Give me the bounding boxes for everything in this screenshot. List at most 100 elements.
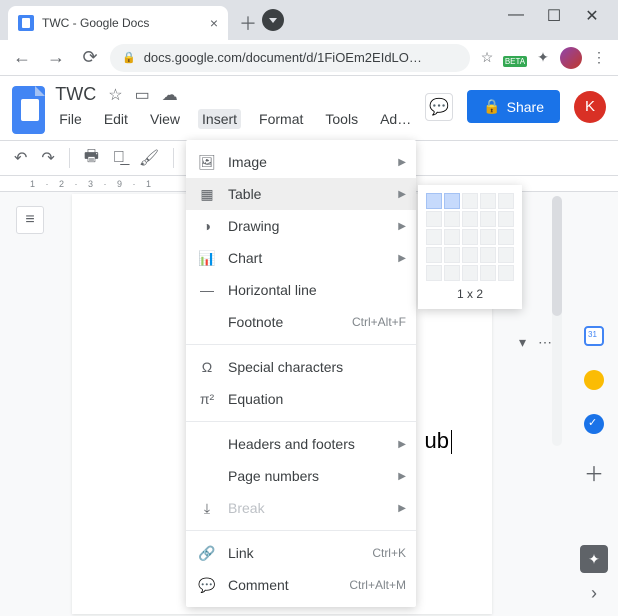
keep-addon-icon[interactable] bbox=[584, 370, 604, 390]
table-picker-cell[interactable] bbox=[462, 193, 478, 209]
insert-menu-item-equation[interactable]: π² Equation bbox=[186, 383, 416, 415]
print-button[interactable]: 🖶 bbox=[84, 145, 99, 172]
show-side-panel-button[interactable]: › bbox=[591, 583, 597, 604]
extensions-icon[interactable]: ✦ bbox=[532, 47, 554, 69]
insert-menu-item-page-numbers[interactable]: Page numbers▶ bbox=[186, 460, 416, 492]
menu-item-label: Equation bbox=[228, 391, 283, 407]
browser-tab[interactable]: TWC - Google Docs × bbox=[8, 6, 228, 40]
table-picker-cell[interactable] bbox=[426, 247, 442, 263]
vertical-scrollbar[interactable] bbox=[552, 196, 562, 446]
share-button[interactable]: 🔒 Share bbox=[467, 90, 560, 123]
reload-button[interactable]: ⟳ bbox=[76, 44, 104, 72]
menu-item-label: Drawing bbox=[228, 218, 279, 234]
beta-extension-icon[interactable]: BETA bbox=[504, 47, 526, 69]
table-picker-cell[interactable] bbox=[462, 229, 478, 245]
menu-insert[interactable]: Insert bbox=[198, 109, 241, 129]
get-addons-button[interactable]: ＋ bbox=[584, 458, 604, 487]
menu-view[interactable]: View bbox=[146, 109, 184, 129]
table-picker-cell[interactable] bbox=[498, 247, 514, 263]
table-picker-cell[interactable] bbox=[498, 265, 514, 281]
chrome-avatar[interactable] bbox=[560, 47, 582, 69]
menu-shortcut: Ctrl+Alt+M bbox=[349, 578, 406, 592]
horizontal-line-icon: — bbox=[198, 282, 216, 298]
table-picker-cell[interactable] bbox=[480, 229, 496, 245]
insert-menu-item-link[interactable]: 🔗LinkCtrl+K bbox=[186, 537, 416, 569]
menu-file[interactable]: File bbox=[55, 109, 86, 129]
calendar-addon-icon[interactable] bbox=[584, 326, 604, 346]
table-picker-cell[interactable] bbox=[462, 247, 478, 263]
table-picker-cell[interactable] bbox=[462, 265, 478, 281]
new-tab-button[interactable]: ＋ bbox=[234, 9, 262, 37]
table-picker-cell[interactable] bbox=[480, 247, 496, 263]
account-avatar[interactable]: K bbox=[574, 91, 606, 123]
tasks-addon-icon[interactable] bbox=[584, 414, 604, 434]
menu-item-label: Chart bbox=[228, 250, 262, 266]
window-controls: — ☐ ✕ bbox=[504, 6, 618, 40]
editing-mode-dropdown[interactable]: ▾ bbox=[519, 334, 526, 351]
menu-tools[interactable]: Tools bbox=[321, 109, 362, 129]
insert-menu-item-chart[interactable]: 📊Chart▶ bbox=[186, 242, 416, 274]
close-tab-icon[interactable]: × bbox=[210, 15, 218, 31]
more-tools-icon[interactable]: ⋯ bbox=[538, 334, 552, 351]
table-picker-cell[interactable] bbox=[480, 265, 496, 281]
table-picker-cell[interactable] bbox=[444, 265, 460, 281]
submenu-arrow-icon: ▶ bbox=[398, 189, 406, 200]
insert-menu-item-footnote[interactable]: FootnoteCtrl+Alt+F bbox=[186, 306, 416, 338]
star-bookmark-icon[interactable]: ☆ bbox=[476, 47, 498, 69]
document-title[interactable]: TWC bbox=[55, 84, 96, 105]
star-icon[interactable]: ☆ bbox=[108, 85, 122, 105]
maximize-button[interactable]: ☐ bbox=[542, 6, 566, 26]
docs-logo[interactable] bbox=[12, 86, 45, 134]
equation-icon: π² bbox=[198, 391, 216, 407]
insert-menu-item-table[interactable]: ▦Table▶ bbox=[186, 178, 416, 210]
back-button[interactable]: ← bbox=[8, 44, 36, 72]
table-picker-cell[interactable] bbox=[462, 211, 478, 227]
table-picker-cell[interactable] bbox=[498, 229, 514, 245]
comments-history-button[interactable]: 💬 bbox=[425, 93, 453, 121]
comment-icon: 💬 bbox=[198, 577, 216, 594]
table-picker-cell[interactable] bbox=[480, 211, 496, 227]
forward-button[interactable]: → bbox=[42, 44, 70, 72]
chrome-profile-indicator[interactable] bbox=[262, 9, 284, 31]
table-picker-cell[interactable] bbox=[444, 193, 460, 209]
table-picker-cell[interactable] bbox=[426, 229, 442, 245]
document-text[interactable]: ub bbox=[425, 428, 452, 454]
close-window-button[interactable]: ✕ bbox=[580, 6, 604, 26]
menu-ad[interactable]: Ad… bbox=[376, 109, 415, 129]
spellcheck-button[interactable]: Ａ̲ bbox=[113, 149, 125, 167]
cloud-status-icon[interactable]: ☁ bbox=[162, 85, 178, 105]
move-icon[interactable]: ▭ bbox=[135, 85, 150, 105]
submenu-arrow-icon: ▶ bbox=[398, 439, 406, 450]
table-picker-cell[interactable] bbox=[444, 229, 460, 245]
menu-shortcut: Ctrl+Alt+F bbox=[352, 315, 406, 329]
insert-menu-item-drawing[interactable]: ◑Drawing▶ bbox=[186, 210, 416, 242]
lock-icon: 🔒 bbox=[122, 51, 136, 64]
address-bar[interactable]: 🔒 docs.google.com/document/d/1FiOEm2EIdL… bbox=[110, 44, 470, 72]
insert-menu-item-special-characters[interactable]: ΩSpecial characters bbox=[186, 351, 416, 383]
table-picker-cell[interactable] bbox=[480, 193, 496, 209]
insert-menu-item-image[interactable]: 🖼Image▶ bbox=[186, 146, 416, 178]
table-picker-cell[interactable] bbox=[444, 247, 460, 263]
table-picker-cell[interactable] bbox=[444, 211, 460, 227]
menu-format[interactable]: Format bbox=[255, 109, 307, 129]
insert-menu-item-horizontal-line[interactable]: — Horizontal line bbox=[186, 274, 416, 306]
insert-menu-item-headers-and-footers[interactable]: Headers and footers▶ bbox=[186, 428, 416, 460]
paint-format-button[interactable]: 🖌 bbox=[139, 148, 159, 168]
url-text: docs.google.com/document/d/1FiOEm2EIdLO… bbox=[144, 50, 422, 65]
chrome-menu-icon[interactable]: ⋮ bbox=[588, 47, 610, 69]
menu-item-label: Horizontal line bbox=[228, 282, 317, 298]
minimize-button[interactable]: — bbox=[504, 6, 528, 26]
table-picker-cell[interactable] bbox=[498, 193, 514, 209]
outline-toggle-button[interactable]: ≡ bbox=[16, 206, 44, 234]
table-icon: ▦ bbox=[198, 186, 216, 203]
menu-edit[interactable]: Edit bbox=[100, 109, 132, 129]
table-picker-cell[interactable] bbox=[426, 265, 442, 281]
redo-button[interactable]: ↷ bbox=[41, 148, 54, 168]
table-picker-cell[interactable] bbox=[426, 211, 442, 227]
table-picker-cell[interactable] bbox=[426, 193, 442, 209]
insert-menu-item-comment[interactable]: 💬CommentCtrl+Alt+M bbox=[186, 569, 416, 601]
explore-button[interactable]: ✦ bbox=[580, 545, 608, 573]
table-picker-cell[interactable] bbox=[498, 211, 514, 227]
insert-menu-item-break: ⤓Break▶ bbox=[186, 492, 416, 524]
undo-button[interactable]: ↶ bbox=[14, 148, 27, 168]
